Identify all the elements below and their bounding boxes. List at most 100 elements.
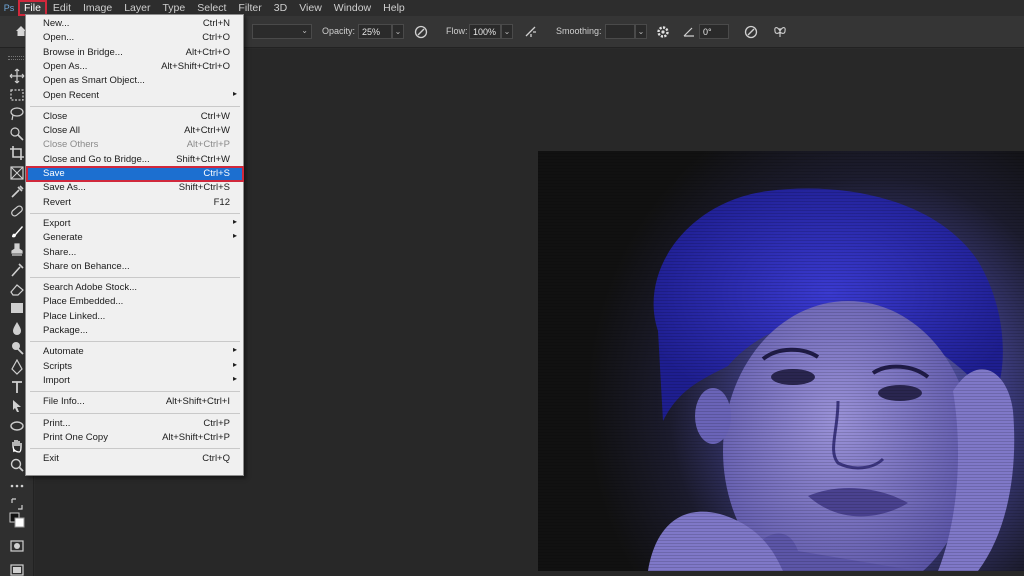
menu-separator (30, 105, 240, 107)
more-icon[interactable] (9, 478, 25, 494)
smoothing-dropdown-icon[interactable]: ⌄ (635, 24, 647, 39)
symmetry-butterfly-icon[interactable] (772, 24, 788, 40)
pressure-opacity-icon[interactable] (413, 24, 429, 40)
opacity-dropdown-icon[interactable]: ⌄ (392, 24, 404, 39)
healing-icon[interactable] (9, 203, 25, 219)
type-icon[interactable] (9, 379, 25, 395)
quick-select-icon[interactable] (9, 126, 25, 142)
menu-item-label: Scripts (43, 360, 73, 372)
panel-grip[interactable] (8, 56, 26, 60)
crop-icon[interactable] (9, 145, 25, 161)
submenu-arrow-icon: ▸ (232, 373, 237, 383)
menu-item-revert[interactable]: Revert F12 (27, 196, 243, 210)
opacity-field[interactable]: 25% (358, 24, 392, 39)
quick-mask-icon[interactable] (9, 538, 25, 554)
menu-item-exit[interactable]: Exit Ctrl+Q (27, 452, 243, 466)
menu-item-shortcut: Ctrl+N (202, 18, 230, 29)
menu-item-save-as[interactable]: Save As... Shift+Ctrl+S (27, 181, 243, 195)
menu-item-label: Close and Go to Bridge... (43, 153, 150, 165)
menu-separator (30, 391, 240, 393)
menu-item-label: Close All (43, 125, 80, 137)
submenu-arrow-icon: ▸ (232, 359, 237, 369)
menu-item-close-others[interactable]: Close Others Alt+Ctrl+P (27, 138, 243, 152)
blur-icon[interactable] (9, 320, 25, 336)
menu-item-label: Automate (43, 346, 84, 358)
eraser-icon[interactable] (9, 281, 25, 297)
flow-dropdown-icon[interactable]: ⌄ (501, 24, 513, 39)
menu-item-close-all[interactable]: Close All Alt+Ctrl+W (27, 124, 243, 138)
menu-item-file-info[interactable]: File Info... Alt+Shift+Ctrl+I (27, 395, 243, 409)
lasso-icon[interactable] (9, 106, 25, 122)
menu-item-package[interactable]: Package... (27, 324, 243, 338)
shape-icon[interactable] (9, 418, 25, 434)
menu-item-print[interactable]: Print... Ctrl+P (27, 417, 243, 431)
menu-item-label: Open Recent (43, 89, 99, 101)
menu-item-label: Search Adobe Stock... (43, 282, 138, 294)
brush-icon[interactable] (9, 223, 25, 239)
file-menu-dropdown: New... Ctrl+N Open... Ctrl+O Browse in Bridg… (25, 14, 244, 476)
menu-help[interactable]: Help (377, 0, 411, 16)
screen-mode-icon[interactable] (9, 562, 25, 576)
stamp-icon[interactable] (9, 242, 25, 258)
menu-item-open[interactable]: Open... Ctrl+O (27, 31, 243, 45)
menu-3d[interactable]: 3D (268, 0, 293, 16)
menu-item-new[interactable]: New... Ctrl+N (27, 17, 243, 31)
menu-item-generate[interactable]: Generate ▸ (27, 231, 243, 245)
menu-item-label: Open... (43, 32, 75, 44)
menu-item-label: Export (43, 217, 71, 229)
flow-field[interactable]: 100% (469, 24, 501, 39)
pen-icon[interactable] (9, 359, 25, 375)
menu-view[interactable]: View (293, 0, 328, 16)
eyedropper-icon[interactable] (9, 184, 25, 200)
menu-item-browse-in-bridge[interactable]: Browse in Bridge... Alt+Ctrl+O (27, 46, 243, 60)
path-select-icon[interactable] (9, 398, 25, 414)
menu-item-print-one-copy[interactable]: Print One Copy Alt+Shift+Ctrl+P (27, 431, 243, 445)
dodge-icon[interactable] (9, 340, 25, 356)
menu-item-shortcut: Ctrl+Q (202, 453, 230, 465)
hand-icon[interactable] (9, 438, 25, 454)
menu-item-close[interactable]: Close Ctrl+W (27, 110, 243, 124)
menu-item-shortcut: Shift+Ctrl+S (178, 182, 230, 194)
gear-icon[interactable] (655, 24, 671, 40)
menu-item-shortcut: Alt+Shift+Ctrl+O (161, 60, 230, 72)
menu-item-save[interactable]: Save Ctrl+S (26, 166, 244, 182)
menu-item-shortcut: Alt+Ctrl+O (185, 46, 230, 58)
gradient-icon[interactable] (9, 300, 25, 316)
marquee-icon[interactable] (9, 87, 25, 103)
move-icon[interactable] (9, 68, 25, 84)
airbrush-icon[interactable] (523, 24, 539, 40)
brush-preset-picker[interactable]: ⌄ (252, 24, 312, 39)
menu-item-open-recent[interactable]: Open Recent ▸ (27, 89, 243, 103)
menu-item-shortcut: Ctrl+S (203, 168, 230, 179)
menu-item-export[interactable]: Export ▸ (27, 217, 243, 231)
history-brush-icon[interactable] (9, 262, 25, 278)
menu-item-place-linked[interactable]: Place Linked... (27, 310, 243, 324)
menu-item-share[interactable]: Share... (27, 246, 243, 260)
menu-item-label: Open as Smart Object... (43, 75, 145, 87)
pressure-size-icon[interactable] (743, 24, 759, 40)
menu-item-label: Share on Behance... (43, 260, 130, 272)
menu-item-import[interactable]: Import ▸ (27, 374, 243, 388)
menu-item-close-and-go-to-bridge[interactable]: Close and Go to Bridge... Shift+Ctrl+W (27, 153, 243, 167)
swap-colors-icon[interactable] (9, 496, 25, 512)
menu-item-place-embedded[interactable]: Place Embedded... (27, 295, 243, 309)
smoothing-field[interactable] (605, 24, 635, 39)
menu-item-open-as[interactable]: Open As... Alt+Shift+Ctrl+O (27, 60, 243, 74)
zoom-icon[interactable] (9, 457, 25, 473)
angle-field[interactable]: 0° (699, 24, 729, 39)
document-canvas[interactable] (538, 151, 1024, 571)
menu-item-scripts[interactable]: Scripts ▸ (27, 360, 243, 374)
photoshop-app-icon[interactable]: Ps (0, 0, 18, 16)
menu-separator (30, 277, 240, 279)
menu-item-shortcut: Alt+Ctrl+P (186, 139, 230, 151)
menu-item-search-adobe-stock[interactable]: Search Adobe Stock... (27, 281, 243, 295)
menu-item-share-on-behance[interactable]: Share on Behance... (27, 260, 243, 274)
menu-item-open-as-smart-object[interactable]: Open as Smart Object... (27, 74, 243, 88)
menu-item-automate[interactable]: Automate ▸ (27, 345, 243, 359)
menu-item-label: Package... (43, 325, 88, 336)
frame-icon[interactable] (9, 165, 25, 181)
color-swatch-icon[interactable] (9, 512, 25, 528)
menu-item-shortcut: Shift+Ctrl+W (176, 153, 230, 165)
menu-item-label: Place Embedded... (43, 296, 124, 308)
menu-window[interactable]: Window (328, 0, 377, 16)
